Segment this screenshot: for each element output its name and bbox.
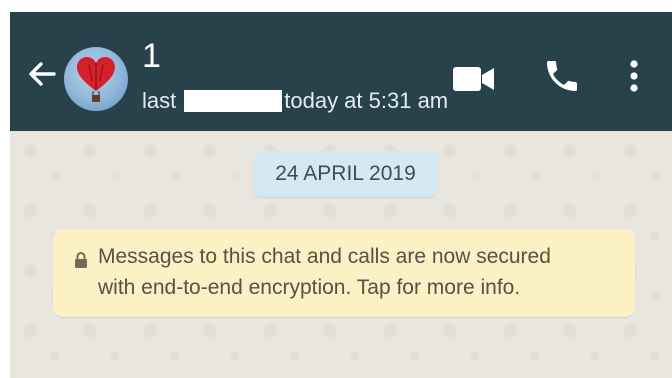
encryption-notice[interactable]: Messages to this chat and calls are now … bbox=[53, 229, 635, 317]
encryption-notice-line1: Messages to this chat and calls are now … bbox=[98, 245, 551, 268]
redacted-block bbox=[184, 90, 283, 112]
avatar[interactable] bbox=[64, 47, 128, 111]
more-options-icon[interactable] bbox=[628, 58, 640, 99]
status-suffix: today at 5:31 am bbox=[284, 88, 449, 113]
back-arrow-icon[interactable] bbox=[24, 56, 60, 92]
video-call-icon[interactable] bbox=[452, 64, 496, 99]
phone-call-icon[interactable] bbox=[542, 56, 582, 101]
contact-name[interactable]: 1 bbox=[142, 36, 161, 76]
status-prefix: last bbox=[142, 88, 177, 113]
encryption-notice-line2: with end-to-end encryption. Tap for more… bbox=[98, 276, 521, 299]
chat-body[interactable]: 24 APRIL 2019 Messages to this chat and … bbox=[10, 131, 672, 378]
date-separator: 24 APRIL 2019 bbox=[253, 151, 438, 197]
lock-icon bbox=[74, 247, 88, 278]
chat-header: 1 last today at 5:31 am bbox=[10, 12, 672, 131]
heart-balloon-icon bbox=[77, 57, 115, 102]
last-seen-status: last today at 5:31 am bbox=[142, 88, 448, 114]
chat-screen: 1 last today at 5:31 am 24 APRIL 2019 Me… bbox=[10, 12, 672, 378]
